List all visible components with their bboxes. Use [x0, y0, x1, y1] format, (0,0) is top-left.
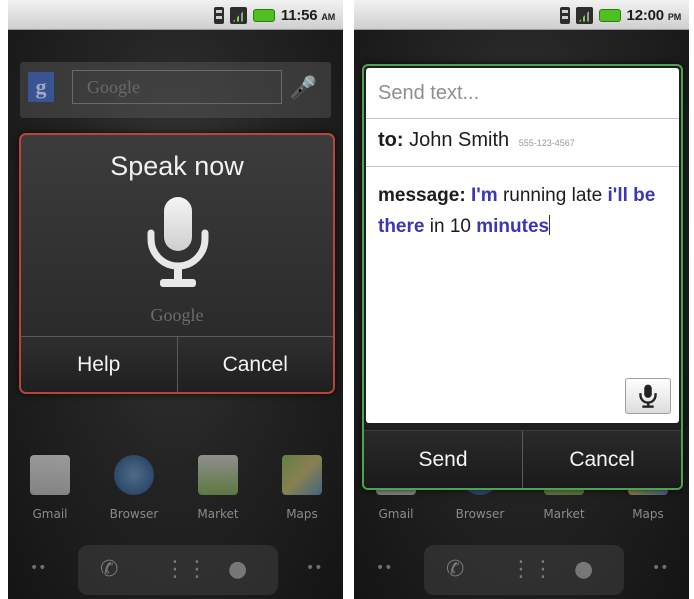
maps-icon [282, 455, 322, 495]
app-label: Market [197, 507, 239, 521]
app-label: Gmail [378, 507, 414, 521]
recipient-name: John Smith [409, 129, 510, 151]
cancel-button[interactable]: Cancel [176, 337, 333, 392]
browser-dock-icon[interactable]: ● [574, 557, 593, 582]
battery-icon [598, 8, 621, 22]
clock-ampm: AM [321, 11, 335, 22]
status-clock: 12:00 PM [626, 6, 682, 24]
page-indicator-left: •• [376, 560, 393, 576]
phone-screen-voice-search: 11:56 AM g Google 🎤 Gmail Browser Market… [8, 0, 343, 599]
browser-dock-icon[interactable]: ● [228, 557, 247, 582]
to-label: to: [378, 129, 404, 151]
home-search-input[interactable]: Google [72, 70, 282, 104]
google-brand-label: Google [150, 305, 204, 325]
message-label: message: [378, 185, 466, 206]
recipient-field[interactable]: to: John Smith 555-123-4567 [378, 129, 575, 152]
status-bar: 11:56 AM [8, 0, 343, 30]
app-label: Maps [286, 507, 318, 521]
message-card: Send text... to: John Smith 555-123-4567… [366, 68, 679, 423]
clock-time: 11:56 [280, 6, 318, 24]
dialog-title: Speak now [110, 151, 244, 181]
message-word: in 10 [429, 216, 471, 237]
globe-icon [114, 455, 154, 495]
cancel-button[interactable]: Cancel [522, 431, 681, 488]
dialog-title: Send text... [378, 82, 480, 104]
gmail-icon [30, 455, 70, 495]
message-word: running late [502, 185, 603, 206]
app-maps[interactable]: Maps [272, 455, 332, 521]
divider [366, 118, 679, 119]
app-label: Market [543, 507, 585, 521]
app-gmail[interactable]: Gmail [20, 455, 80, 521]
sim-card-icon [213, 6, 224, 24]
dialog-button-row: Help Cancel [21, 336, 333, 392]
page-indicator-right: •• [306, 560, 323, 576]
app-browser[interactable]: Browser [104, 455, 164, 521]
signal-strength-icon [229, 6, 247, 24]
page-indicator-left: •• [30, 560, 47, 576]
microphone-icon[interactable]: 🎤 [290, 76, 317, 101]
divider [366, 166, 679, 167]
clock-time: 12:00 [626, 6, 665, 24]
send-text-dialog: Send text... to: John Smith 555-123-4567… [362, 64, 683, 490]
microphone-icon [147, 197, 209, 287]
clock-ampm: PM [667, 11, 681, 22]
send-button[interactable]: Send [364, 431, 522, 488]
dock: ✆ ⋮⋮ ● [78, 545, 278, 595]
phone-screen-send-text: 12:00 PM Gmail Browser Market Maps •• ••… [354, 0, 689, 599]
status-clock: 11:56 AM [281, 7, 335, 24]
status-bar: 12:00 PM [354, 0, 689, 30]
microphone-icon [639, 384, 657, 408]
app-row: Gmail Browser Market Maps [8, 455, 343, 535]
app-drawer-icon[interactable]: ⋮⋮ [510, 557, 554, 582]
voice-input-button[interactable] [625, 378, 671, 414]
market-icon [198, 455, 238, 495]
speak-now-dialog: Speak now Google Help Cancel [19, 133, 335, 394]
phone-icon[interactable]: ✆ [446, 557, 464, 582]
app-label: Browser [455, 507, 505, 521]
app-label: Maps [632, 507, 664, 521]
recipient-number: 555-123-4567 [518, 138, 575, 148]
sim-card-icon [559, 6, 570, 24]
message-word-highlighted: I'm [470, 185, 498, 206]
app-market[interactable]: Market [188, 455, 248, 521]
dock: ✆ ⋮⋮ ● [424, 545, 624, 595]
signal-strength-icon [575, 6, 593, 24]
phone-icon[interactable]: ✆ [100, 557, 118, 582]
app-drawer-icon[interactable]: ⋮⋮ [164, 557, 208, 582]
google-logo-icon: g [28, 72, 54, 102]
app-label: Browser [109, 507, 159, 521]
dialog-button-row: Send Cancel [364, 430, 681, 488]
home-search-widget[interactable]: g Google 🎤 [20, 62, 331, 118]
message-field[interactable]: message: I'm running late i'll be there … [378, 180, 674, 242]
message-word-highlighted: minutes [476, 216, 550, 237]
app-label: Gmail [32, 507, 68, 521]
battery-icon [252, 8, 275, 22]
help-button[interactable]: Help [21, 337, 177, 392]
text-cursor [549, 215, 551, 235]
page-indicator-right: •• [652, 560, 669, 576]
